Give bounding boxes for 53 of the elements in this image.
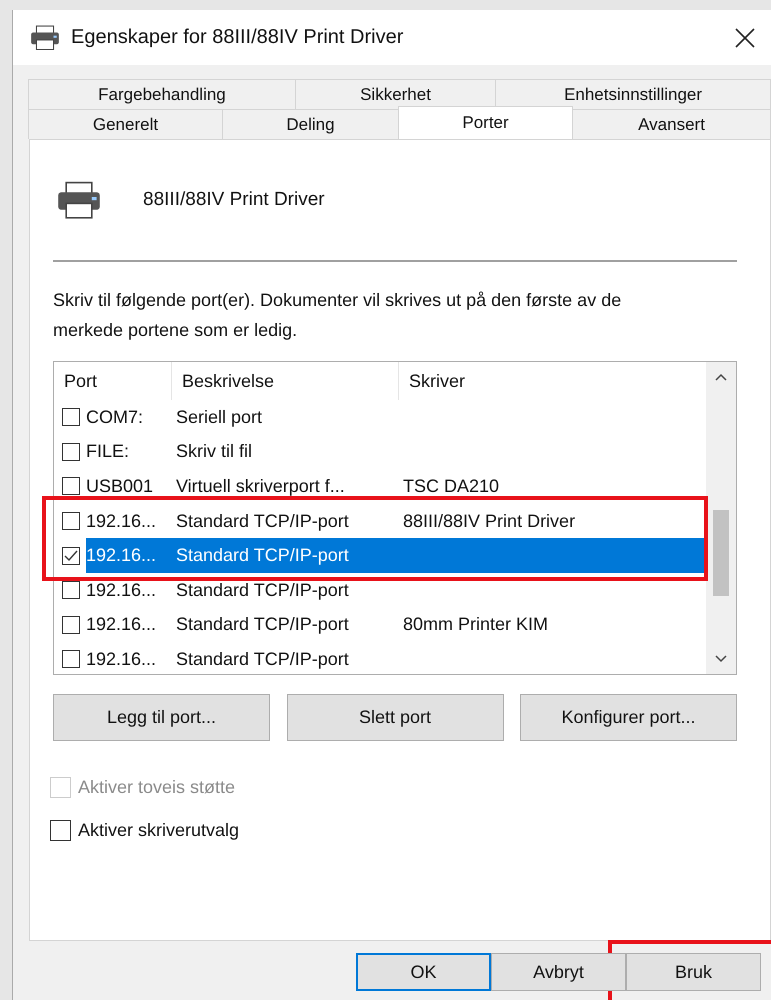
tab[interactable]: Enhetsinnstillinger [495,79,771,109]
table-cell-text: Standard TCP/IP-port [176,510,350,532]
table-cell-text: Virtuell skriverport f... [176,476,346,497]
tab[interactable]: Porter [398,106,574,139]
table-cell-text: Standard TCP/IP-port [176,580,350,601]
scrollbar[interactable] [706,362,736,674]
table-cell-text: USB001 [86,476,154,497]
table-cell-text: FILE: [86,441,130,462]
window-title: Egenskaper for 88III/88IV Print Driver [71,26,404,49]
checkbox[interactable] [62,581,80,600]
table-cell-text: Standard TCP/IP-port [176,614,350,636]
checkbox-label: Aktiver toveis støtte [78,777,236,798]
table-cell-text: 80mm Printer KIM [403,614,550,636]
table-cell-text: 192.16... [86,648,158,670]
port-button[interactable]: Slett port [286,694,504,741]
table-cell-text: Skriv til fil [176,441,253,462]
port-button[interactable]: Legg til port... [53,694,270,741]
printer-icon [29,24,61,50]
table-cell-text: Seriell port [176,406,264,428]
table-cell-text: TSC DA210 [403,476,500,497]
scroll-thumb[interactable] [713,510,729,596]
checkbox[interactable] [50,820,71,841]
tab[interactable]: Avansert [572,109,771,139]
checkbox-label: Aktiver skriverutvalg [78,820,240,841]
table-cell-text: 192.16... [86,614,158,636]
port-button[interactable]: Konfigurer port... [520,694,737,741]
printer-icon [55,180,103,220]
table-cell-text: Standard TCP/IP-port [176,545,350,566]
dialog-button[interactable]: Bruk [626,953,761,991]
column-header[interactable]: Skriver [399,362,706,400]
table-cell-text: COM7: [86,406,144,428]
column-header[interactable]: Port [54,362,172,400]
checkbox[interactable] [62,616,80,634]
checkbox[interactable] [62,546,80,565]
checkbox[interactable] [62,408,80,426]
printer-name: 88III/88IV Print Driver [143,189,325,211]
checkbox[interactable] [62,650,80,668]
table-cell-text: 192.16... [86,580,158,601]
table-cell-text: Standard TCP/IP-port [176,648,350,670]
scroll-up-icon[interactable] [715,373,727,381]
tab[interactable]: Generelt [28,109,223,139]
scroll-down-icon[interactable] [715,655,727,663]
column-header[interactable]: Beskrivelse [172,362,399,400]
table-cell-text: 192.16... [86,510,158,532]
checkbox[interactable] [62,442,80,461]
description-text: Skriv til følgende port(er). Dokumenter vil skrives ut på den første av de merkede portene som er ledig. [53,289,622,342]
table-cell-text: 192.16... [86,545,158,566]
dialog-button[interactable]: OK [356,953,491,991]
checkbox[interactable] [62,477,80,496]
dialog-button[interactable]: Avbryt [491,953,626,991]
table-cell-text: 88III/88IV Print Driver [403,510,576,532]
tab[interactable]: Fargebehandling [28,79,296,109]
checkbox[interactable] [62,512,80,530]
